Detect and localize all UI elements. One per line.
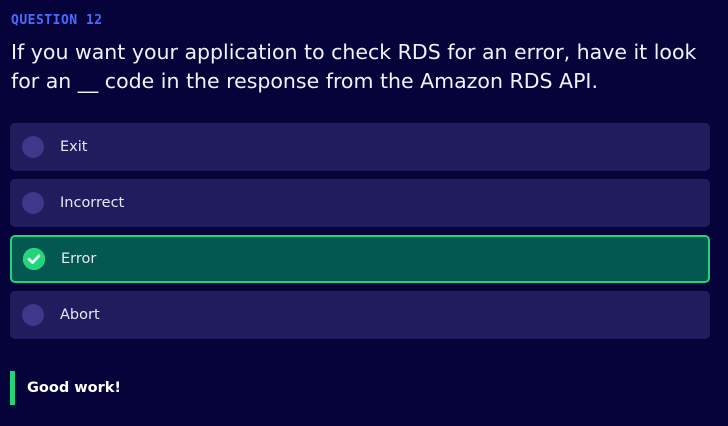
option-label: Incorrect — [60, 195, 125, 211]
quiz-page: QUESTION 12 If you want your application… — [0, 0, 728, 426]
question-text: If you want your application to check RD… — [11, 40, 697, 93]
answer-options: Exit Incorrect Error Abort — [10, 123, 710, 347]
option-exit[interactable]: Exit — [10, 123, 710, 171]
feedback-message: Good work! — [10, 371, 121, 405]
feedback-text: Good work! — [27, 380, 122, 396]
option-label: Error — [61, 251, 97, 267]
option-error[interactable]: Error — [10, 235, 710, 283]
option-label: Exit — [60, 139, 88, 155]
radio-circle-icon[interactable] — [22, 136, 44, 158]
option-incorrect[interactable]: Incorrect — [10, 179, 710, 227]
feedback-accent-bar — [10, 371, 15, 405]
option-abort[interactable]: Abort — [10, 291, 710, 339]
checkmark-icon[interactable] — [23, 248, 45, 270]
radio-circle-icon[interactable] — [22, 304, 44, 326]
radio-circle-icon[interactable] — [22, 192, 44, 214]
question-number: QUESTION 12 — [11, 13, 103, 28]
option-label: Abort — [60, 307, 100, 323]
